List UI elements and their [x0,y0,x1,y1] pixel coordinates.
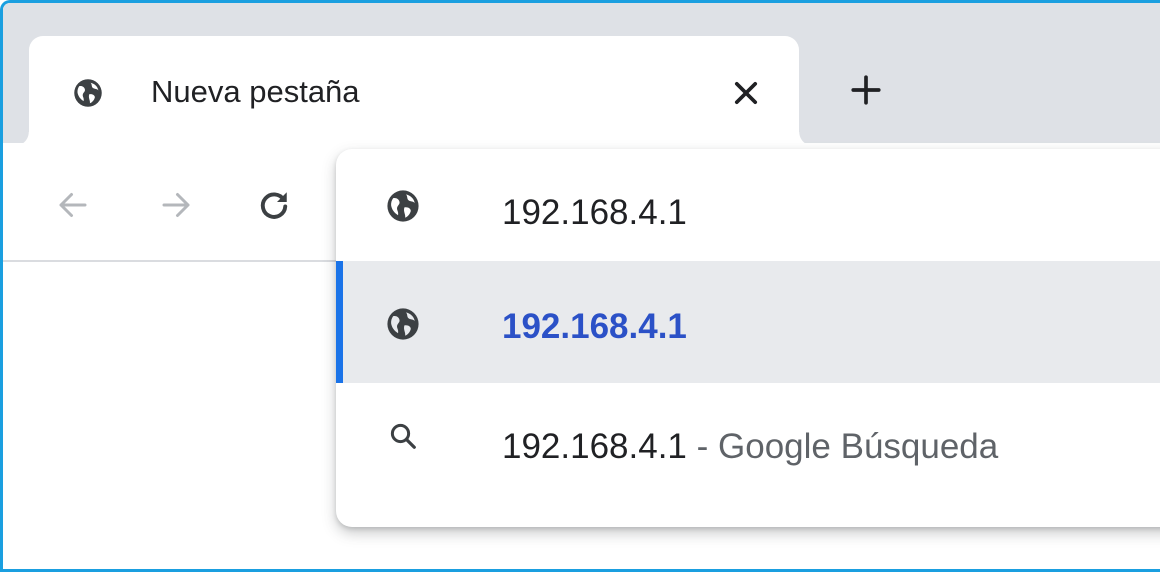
reload-icon[interactable] [256,187,292,223]
suggestion-text: 192.168.4.1 - Google Búsqueda [502,427,998,467]
tab-strip: Nueva pestaña [3,3,1160,146]
arrow-right-icon[interactable] [158,187,194,223]
suggestion-source: - Google Búsqueda [686,427,999,466]
tab-title: Nueva pestaña [151,74,360,109]
search-icon [390,423,416,449]
globe-icon [387,308,419,340]
suggestion-query: 192.168.4.1 [502,427,687,466]
suggestion-row-search[interactable]: 192.168.4.1 - Google Búsqueda [336,383,1160,513]
suggestion-text: 192.168.4.1 [502,193,687,232]
suggestion-text: 192.168.4.1 [502,307,687,346]
selection-accent [336,261,343,383]
globe-icon [387,190,419,222]
globe-icon [74,79,102,107]
close-icon[interactable] [729,76,763,110]
tab-nueva-pestana[interactable]: Nueva pestaña [15,36,813,146]
plus-icon[interactable] [849,73,883,107]
omnibox-suggestions: 192.168.4.1 192.168.4.1 192.168.4.1 - Go… [336,149,1160,527]
arrow-left-icon[interactable] [55,187,91,223]
browser-window: Nueva pestaña 192.168.4.1 192.168.4.1 19… [0,0,1160,572]
suggestion-row[interactable]: 192.168.4.1 [336,149,1160,261]
suggestion-row-selected[interactable]: 192.168.4.1 [336,261,1160,383]
